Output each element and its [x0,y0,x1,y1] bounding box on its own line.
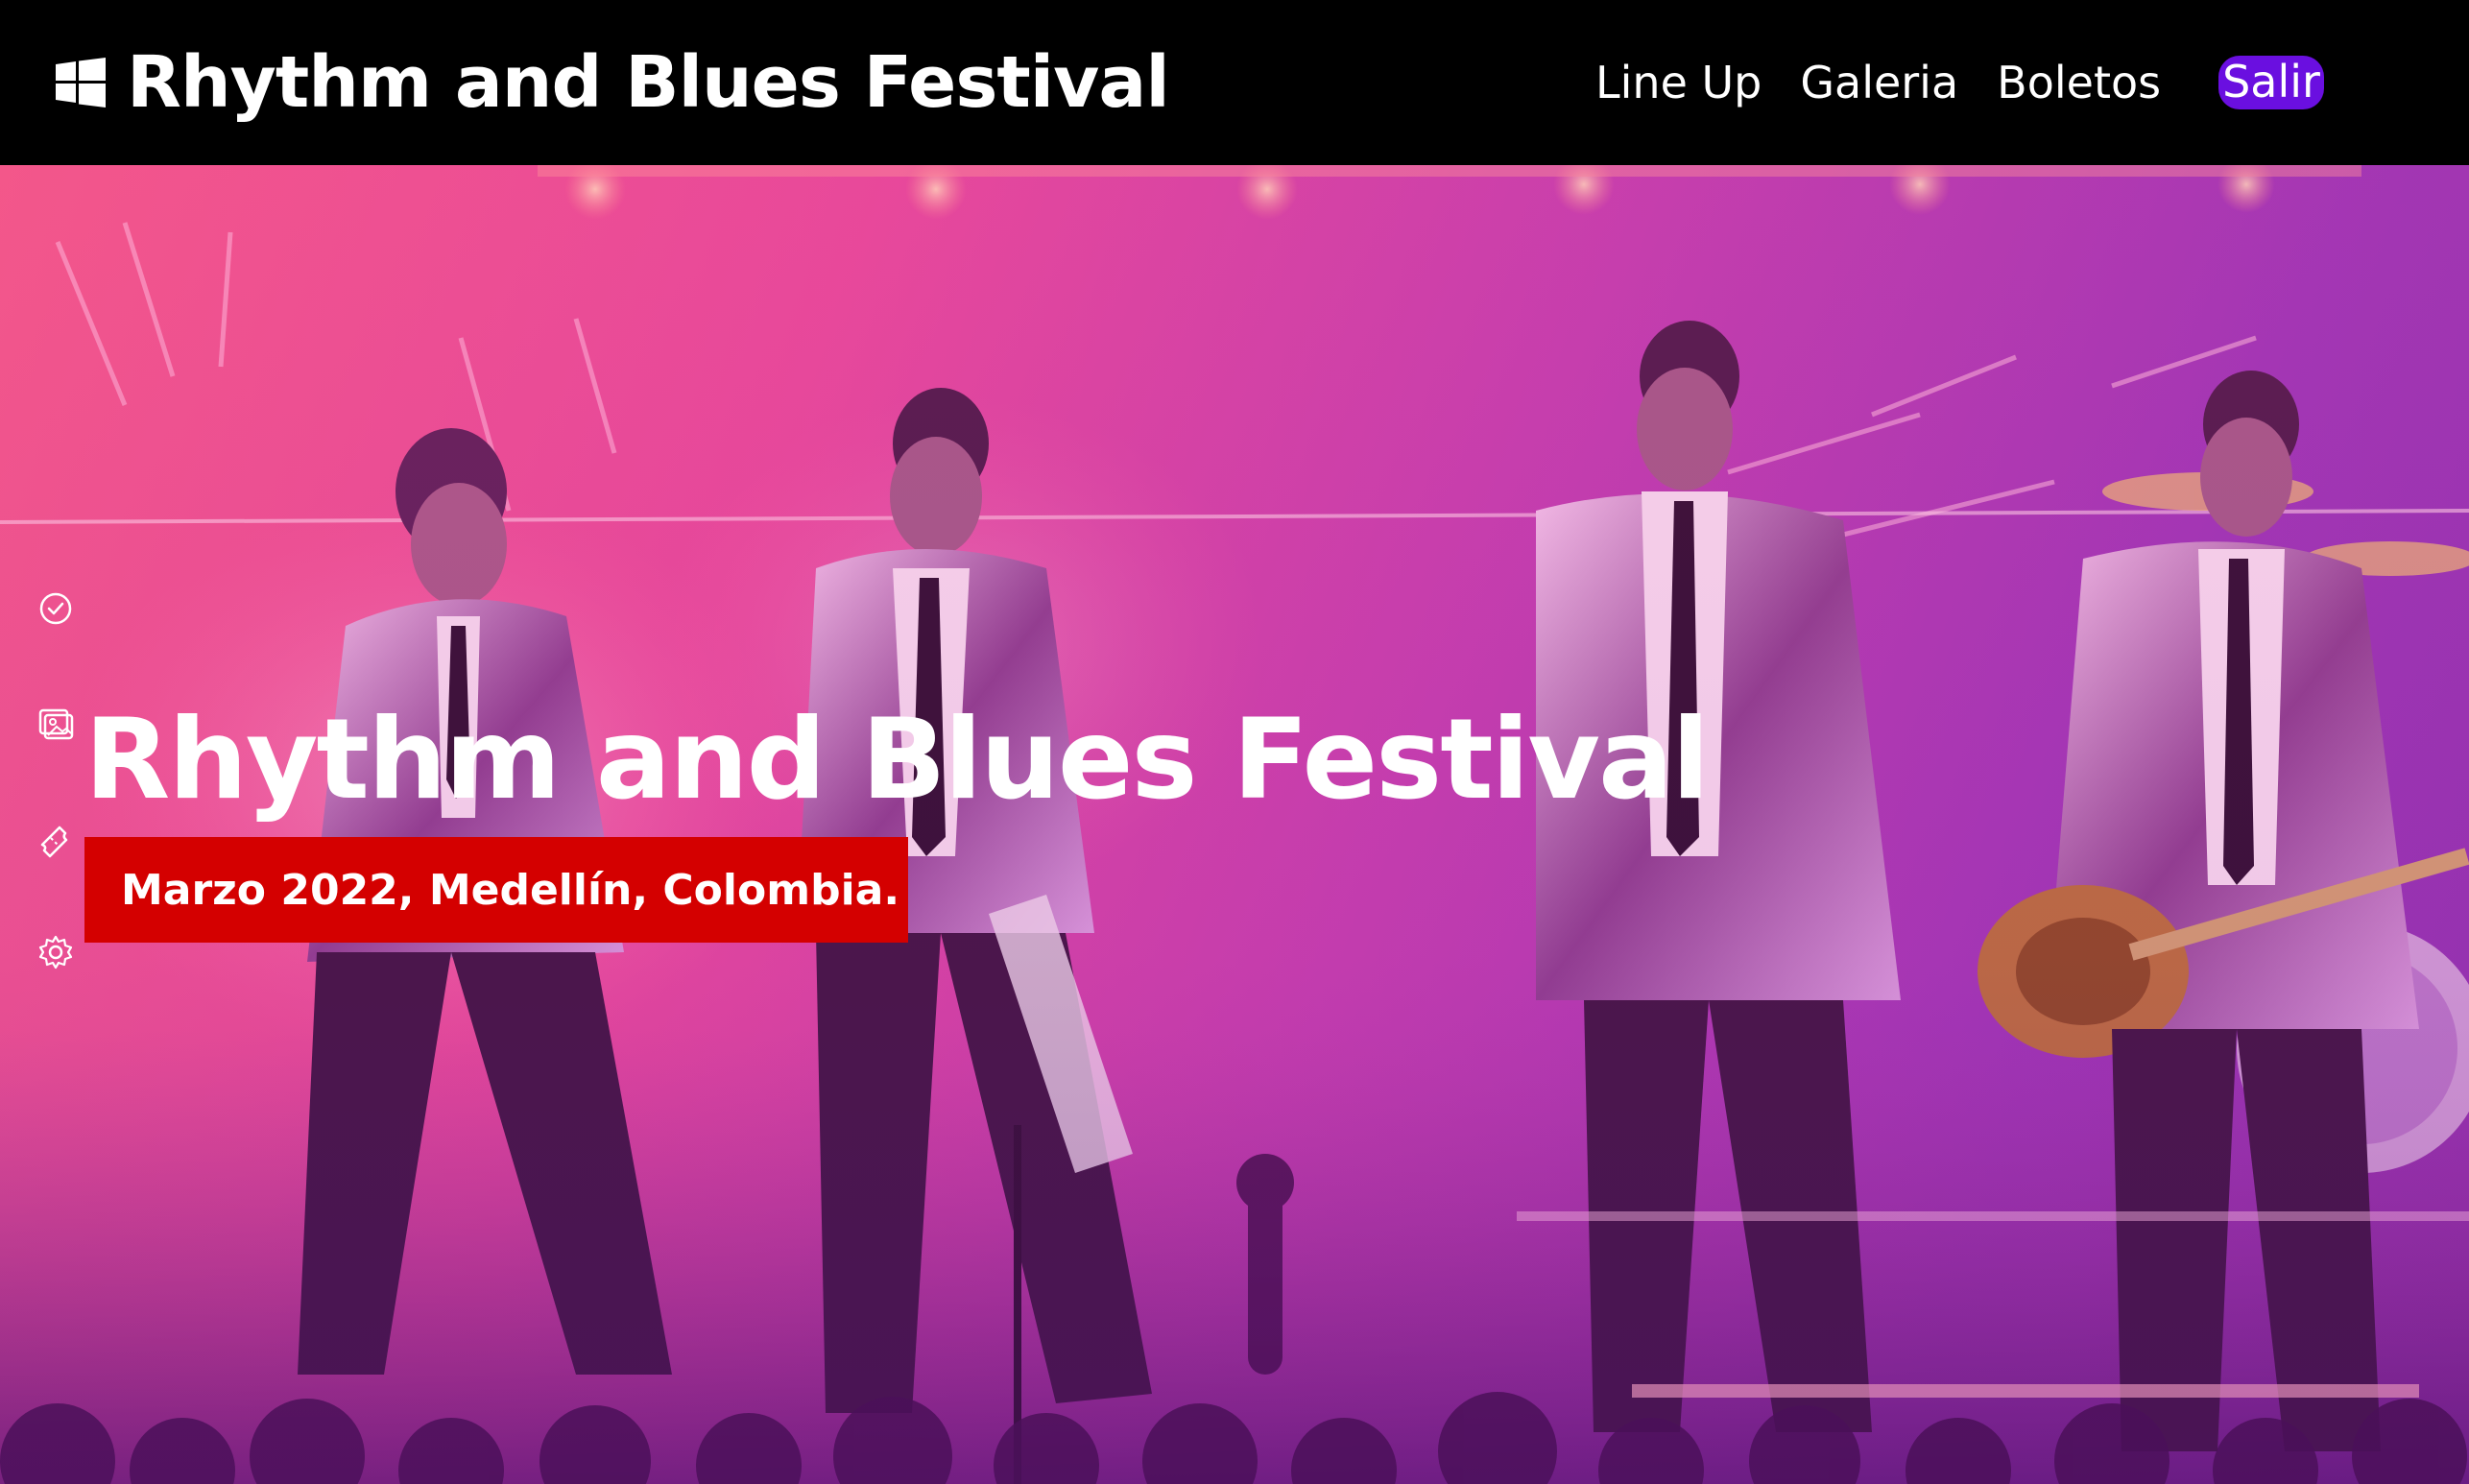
page: Rhythm and Blues Festival Line Up Galeri… [0,0,2469,1484]
exit-button[interactable]: Salir [2218,56,2324,109]
windows-logo-icon [56,58,106,108]
gear-icon[interactable] [36,933,75,971]
hero-title: Rhythm and Blues Festival [84,695,1710,825]
event-date-location-badge: Marzo 2022, Medellín, Colombia. [84,837,908,943]
check-circle-icon[interactable] [36,589,75,628]
brand-title: Rhythm and Blues Festival [127,41,1170,124]
brand[interactable]: Rhythm and Blues Festival [56,33,1170,132]
hero-banner [0,165,2469,1484]
top-navbar: Rhythm and Blues Festival Line Up Galeri… [0,0,2469,165]
nav-line-up[interactable]: Line Up [1595,57,1762,108]
hero-color-overlay [0,165,2469,1484]
event-date-location: Marzo 2022, Medellín, Colombia. [121,865,900,915]
nav-galeria[interactable]: Galeria [1800,57,1958,108]
image-gallery-icon[interactable] [36,705,75,743]
nav-boletos[interactable]: Boletos [1997,57,2161,108]
ticket-icon[interactable] [36,820,75,858]
main-nav: Line Up Galeria Boletos Salir [1595,48,2324,117]
